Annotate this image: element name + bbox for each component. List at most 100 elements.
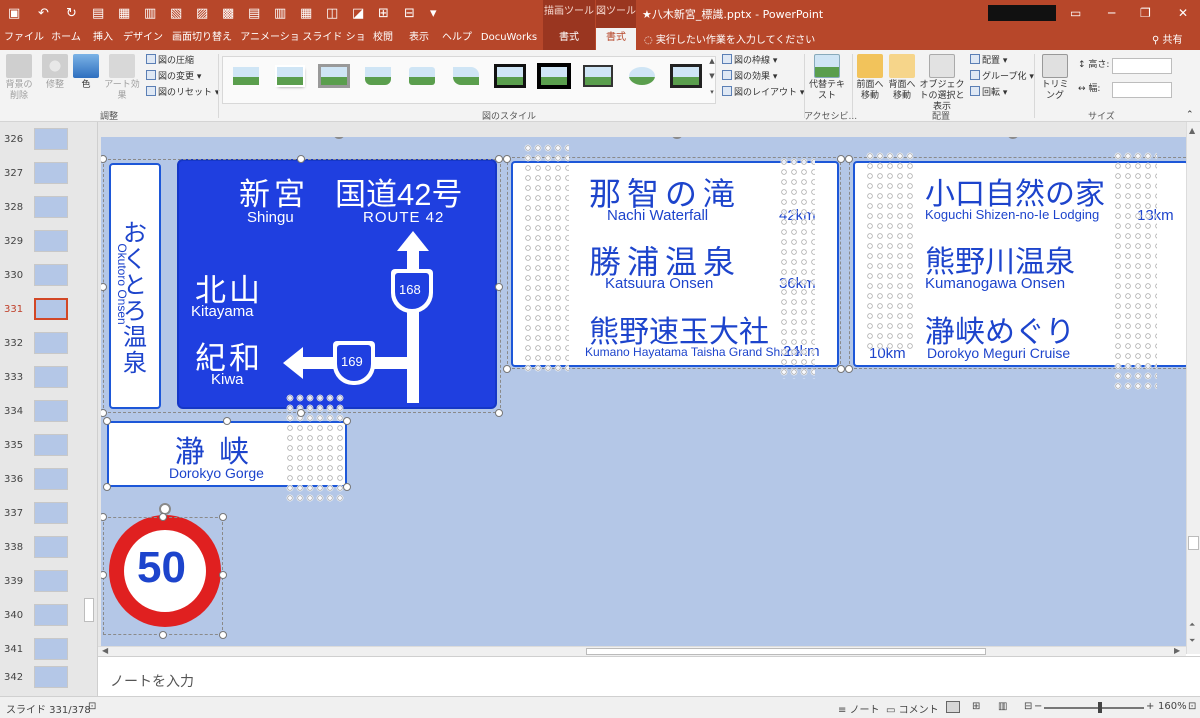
resize-handle[interactable] [503, 365, 511, 373]
qat-icon-6[interactable]: ▩ [222, 6, 234, 22]
style-thumb-3[interactable] [317, 63, 351, 89]
slide-sorter-icon[interactable]: ⊞ [972, 701, 980, 712]
user-account[interactable] [988, 5, 1056, 21]
bring-forward-button[interactable]: 前面へ移動 [854, 54, 886, 102]
thumbnail-scrollbar[interactable] [84, 598, 94, 622]
change-picture-button[interactable]: 図の変更 ▾ [146, 70, 201, 84]
compress-pictures-button[interactable]: 図の圧縮 [146, 54, 194, 68]
align-button[interactable]: 配置 ▾ [970, 54, 1007, 68]
picture-border-button[interactable]: 図の枠線 ▾ [722, 54, 777, 68]
artistic-effects-button[interactable]: アート効果 [102, 54, 142, 102]
slide-thumb-329[interactable]: 329 [0, 230, 96, 264]
resize-handle[interactable] [845, 365, 853, 373]
qat-icon-12[interactable]: ⊞ [378, 6, 389, 22]
scroll-right-icon[interactable]: ▶ [1174, 646, 1180, 655]
resize-handle[interactable] [297, 409, 305, 417]
maximize-icon[interactable]: ❐ [1140, 6, 1151, 20]
style-thumb-4[interactable] [361, 63, 395, 89]
style-thumb-5[interactable] [405, 63, 439, 89]
picture-effects-button[interactable]: 図の効果 ▾ [722, 70, 777, 84]
style-thumb-11[interactable] [669, 63, 703, 89]
save-icon[interactable]: ▣ [8, 6, 20, 22]
resize-handle[interactable] [219, 571, 227, 579]
gallery-more-icon[interactable]: ▾ [707, 88, 717, 96]
qat-icon-8[interactable]: ▥ [274, 6, 286, 22]
resize-handle[interactable] [103, 417, 111, 425]
comments-toggle[interactable]: ▭ コメント [886, 701, 939, 716]
resize-handle[interactable] [219, 631, 227, 639]
resize-handle[interactable] [223, 417, 231, 425]
resize-handle[interactable] [837, 365, 845, 373]
qat-icon-4[interactable]: ▧ [170, 6, 182, 22]
remove-background-button[interactable]: 背景の削除 [2, 54, 36, 102]
resize-handle[interactable] [159, 513, 167, 521]
rotate-handle-icon[interactable] [1007, 137, 1019, 139]
accessibility-check-icon[interactable]: ⊡ [88, 701, 96, 712]
slide-thumb-327[interactable]: 327 [0, 162, 96, 196]
tell-me-search[interactable]: ◌ 実行したい作業を入力してください [644, 31, 815, 46]
rotate-button[interactable]: 回転 ▾ [970, 86, 1007, 100]
selection-pane-button[interactable]: オブジェクトの選択と表示 [918, 54, 966, 113]
style-thumb-10[interactable] [625, 63, 659, 89]
notes-toggle[interactable]: ≡ ノート [838, 701, 880, 716]
close-icon[interactable]: ✕ [1178, 6, 1188, 20]
slide-thumb-337[interactable]: 337 [0, 502, 96, 536]
slide-thumb-335[interactable]: 335 [0, 434, 96, 468]
qat-icon-5[interactable]: ▨ [196, 6, 208, 22]
resize-handle[interactable] [101, 409, 107, 417]
reset-picture-button[interactable]: 図のリセット ▾ [146, 86, 219, 100]
undo-icon[interactable]: ↶ [38, 6, 49, 22]
rotate-handle-icon[interactable] [333, 137, 345, 139]
slide-thumb-326[interactable]: 326 [0, 128, 96, 162]
tab-format-drawing[interactable]: 書式 [543, 28, 595, 50]
resize-handle[interactable] [837, 155, 845, 163]
reading-view-icon[interactable]: ▥ [998, 701, 1007, 712]
qat-customize-icon[interactable]: ▾ [430, 6, 437, 22]
style-thumb-6[interactable] [449, 63, 483, 89]
scroll-up-icon[interactable]: ▲ [1189, 126, 1195, 135]
slide-thumb-336[interactable]: 336 [0, 468, 96, 502]
style-thumb-9[interactable] [581, 63, 615, 89]
resize-handle[interactable] [495, 409, 503, 417]
tab-docuworks[interactable]: DocuWorks [476, 28, 542, 50]
crop-button[interactable]: トリミング [1038, 54, 1072, 102]
resize-handle[interactable] [297, 155, 305, 163]
slide-thumb-331[interactable]: 331 [0, 298, 96, 332]
style-thumb-8[interactable] [537, 63, 571, 89]
minimize-icon[interactable]: ─ [1108, 6, 1115, 20]
notes-pane[interactable]: ノートを入力 [98, 656, 1200, 696]
resize-handle[interactable] [503, 155, 511, 163]
resize-handle[interactable] [845, 155, 853, 163]
slideshow-icon[interactable]: ⊟ [1024, 701, 1032, 712]
resize-handle[interactable] [219, 513, 227, 521]
height-input[interactable] [1112, 58, 1172, 74]
qat-icon-9[interactable]: ▦ [300, 6, 312, 22]
qat-icon-1[interactable]: ▤ [92, 6, 104, 22]
resize-handle[interactable] [103, 483, 111, 491]
slide-thumb-339[interactable]: 339 [0, 570, 96, 604]
picture-layout-button[interactable]: 図のレイアウト ▾ [722, 86, 804, 100]
slide-thumb-338[interactable]: 338 [0, 536, 96, 570]
prev-slide-icon[interactable]: ⏶ [1189, 620, 1195, 630]
resize-handle[interactable] [343, 417, 351, 425]
tab-design[interactable]: デザイン [120, 28, 166, 50]
tab-format-picture[interactable]: 書式 [596, 28, 636, 50]
tab-animations[interactable]: アニメーション [238, 28, 302, 63]
scroll-left-icon[interactable]: ◀ [102, 646, 108, 655]
gallery-up-icon[interactable]: ▲ [707, 57, 717, 65]
collapse-ribbon-icon[interactable]: ⌃ [1186, 108, 1194, 122]
resize-handle[interactable] [343, 483, 351, 491]
gallery-down-icon[interactable]: ▼ [707, 72, 717, 80]
redo-icon[interactable]: ↻ [66, 6, 77, 22]
qat-icon-10[interactable]: ◫ [326, 6, 338, 22]
slide-thumb-330[interactable]: 330 [0, 264, 96, 298]
horizontal-scrollbar[interactable]: ◀ ▶ [98, 646, 1186, 656]
next-slide-icon[interactable]: ⏷ [1189, 636, 1195, 646]
tab-transitions[interactable]: 画面切り替え [166, 28, 238, 50]
tab-help[interactable]: ヘルプ [438, 28, 476, 50]
tab-insert[interactable]: 挿入 [86, 28, 120, 50]
resize-handle[interactable] [495, 283, 503, 291]
slide-thumb-334[interactable]: 334 [0, 400, 96, 434]
qat-icon-2[interactable]: ▦ [118, 6, 130, 22]
vertical-scroll-thumb[interactable] [1188, 536, 1199, 550]
